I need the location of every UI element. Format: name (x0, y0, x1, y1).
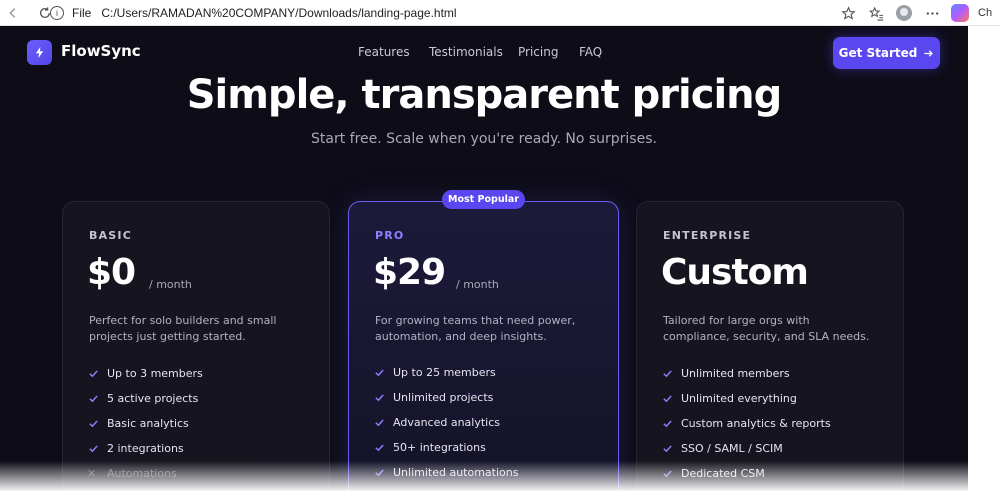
copilot-icon[interactable] (946, 0, 974, 26)
feature-text: Basic analytics (107, 417, 189, 430)
nav-link-pricing[interactable]: Pricing (518, 45, 558, 59)
feature-text: Advanced analytics (393, 416, 500, 429)
feature-text: 5 active projects (107, 392, 199, 405)
plan-card-enterprise: ENTERPRISE Custom Tailored for large org… (636, 201, 904, 491)
browser-actions: Ch (834, 0, 1000, 26)
profile-icon[interactable] (890, 0, 918, 26)
feature-item: SSO / SAML / SCIM (661, 442, 783, 455)
check-icon (87, 418, 99, 430)
check-icon (661, 418, 673, 430)
get-started-label: Get Started (838, 46, 918, 60)
address-bar[interactable]: i File C:/Users/RAMADAN%20COMPANY/Downlo… (50, 3, 840, 23)
cross-icon: ✕ (87, 467, 97, 480)
nav-link-features[interactable]: Features (358, 45, 410, 59)
check-icon (373, 392, 385, 404)
feature-item: Up to 25 members (373, 366, 496, 379)
pricing-subheading: Start free. Scale when you're ready. No … (311, 131, 657, 147)
feature-item: Dedicated CSM (661, 467, 765, 480)
feature-item: Advanced analytics (373, 416, 500, 429)
plan-period: / month (149, 278, 192, 291)
nav-link-testimonials[interactable]: Testimonials (429, 45, 503, 59)
feature-text: Unlimited everything (681, 392, 797, 405)
bottom-gutter (0, 491, 1000, 501)
check-icon (661, 393, 673, 405)
plan-card-basic: BASIC $0 / month Perfect for solo builde… (62, 201, 330, 491)
feature-item: Custom analytics & reports (661, 417, 831, 430)
feature-text: 2 integrations (107, 442, 184, 455)
plan-price: $0 (87, 252, 136, 293)
check-icon (87, 393, 99, 405)
feature-item: Basic analytics (87, 417, 189, 430)
url-scheme: File (72, 6, 92, 20)
plan-price: Custom (661, 252, 809, 293)
plan-period: / month (456, 278, 499, 291)
check-icon (661, 468, 673, 480)
check-icon (87, 368, 99, 380)
plan-description: Perfect for solo builders and small proj… (89, 314, 277, 343)
feature-text: Custom analytics & reports (681, 417, 831, 430)
plan-tier: PRO (375, 229, 405, 242)
browser-toolbar: i File C:/Users/RAMADAN%20COMPANY/Downlo… (0, 0, 1000, 26)
check-icon (373, 467, 385, 479)
feature-text: Unlimited automations (393, 466, 519, 479)
nav-link-faq[interactable]: FAQ (579, 45, 602, 59)
feature-text: Dedicated CSM (681, 467, 765, 480)
feature-item: Unlimited everything (661, 392, 797, 405)
feature-text: Unlimited projects (393, 391, 494, 404)
feature-item: Up to 3 members (87, 367, 203, 380)
more-menu-icon[interactable] (918, 0, 946, 26)
plan-tier: ENTERPRISE (663, 229, 752, 242)
feature-text: Up to 25 members (393, 366, 496, 379)
feature-text: SSO / SAML / SCIM (681, 442, 783, 455)
back-icon[interactable] (2, 2, 24, 24)
check-icon (373, 367, 385, 379)
feature-item: 5 active projects (87, 392, 198, 405)
get-started-button[interactable]: Get Started (833, 37, 940, 69)
most-popular-badge: Most Popular (442, 190, 525, 209)
feature-text: 50+ integrations (393, 441, 486, 454)
feature-text: Up to 3 members (107, 367, 203, 380)
check-icon (661, 443, 673, 455)
feature-item-excluded: ✕ Automations (87, 467, 177, 480)
landing-page: FlowSync Features Testimonials Pricing F… (0, 26, 968, 491)
feature-item: 50+ integrations (373, 441, 486, 454)
feature-item: 2 integrations (87, 442, 184, 455)
url-text[interactable]: C:/Users/RAMADAN%20COMPANY/Downloads/lan… (101, 6, 456, 20)
plan-description: For growing teams that need power, autom… (375, 314, 576, 343)
pricing-heading: Simple, transparent pricing (186, 72, 783, 118)
copilot-label[interactable]: Ch (978, 7, 1000, 19)
check-icon (373, 417, 385, 429)
plan-card-pro: PRO $29 / month For growing teams that n… (348, 201, 619, 491)
plan-price: $29 (373, 252, 446, 293)
feature-item: Unlimited projects (373, 391, 493, 404)
check-icon (373, 442, 385, 454)
favorite-star-icon[interactable] (834, 0, 862, 26)
plan-description: Tailored for large orgs with compliance,… (663, 314, 870, 343)
brand-name[interactable]: FlowSync (61, 42, 141, 60)
feature-item: Unlimited members (661, 367, 790, 380)
lightning-logo-icon[interactable] (27, 40, 52, 65)
feature-text: Automations (107, 467, 177, 480)
arrow-right-icon (924, 49, 934, 57)
info-icon[interactable]: i (50, 6, 64, 20)
feature-item: Unlimited automations (373, 466, 518, 479)
feature-text: Unlimited members (681, 367, 790, 380)
check-icon (87, 443, 99, 455)
check-icon (661, 368, 673, 380)
plan-tier: BASIC (89, 229, 132, 242)
right-gutter (968, 26, 1000, 501)
favorites-list-icon[interactable] (862, 0, 890, 26)
